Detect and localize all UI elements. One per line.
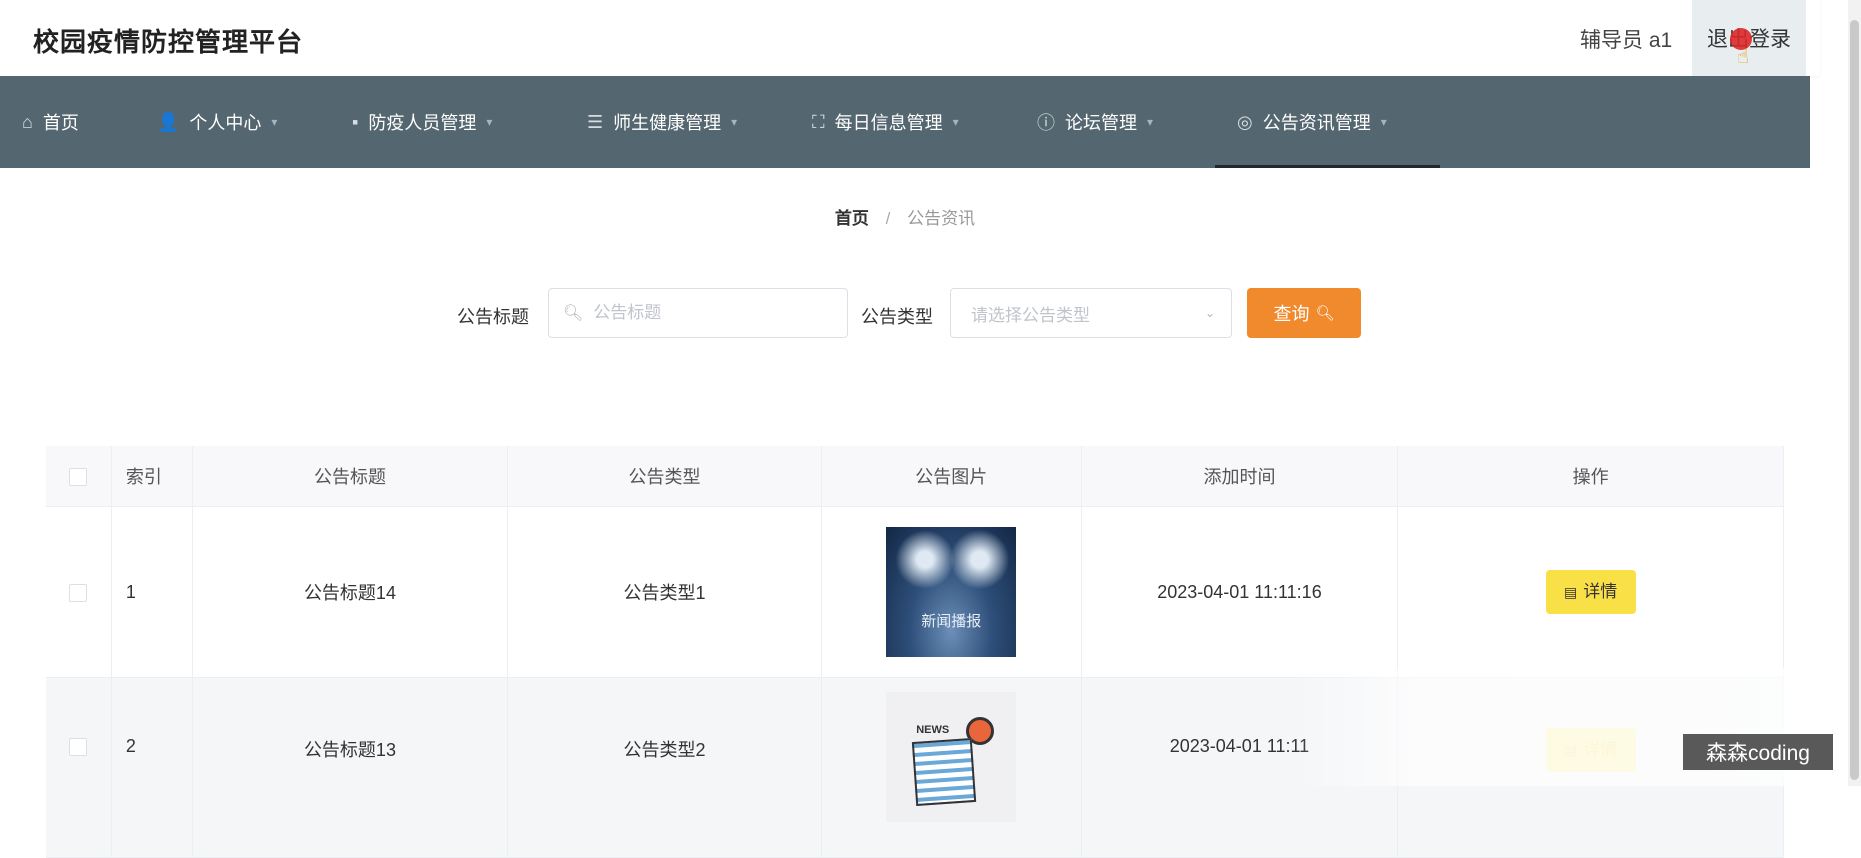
user-icon: 👤	[157, 111, 180, 132]
row-checkbox[interactable]	[69, 583, 88, 602]
row-index: 2	[111, 677, 193, 858]
nav-label: 首页	[42, 113, 79, 133]
search-icon: 🔍︎	[563, 305, 584, 322]
row-index: 1	[111, 506, 193, 678]
breadcrumb-current: 公告资讯	[907, 209, 976, 228]
hand-cursor-icon: ☝	[1737, 46, 1750, 68]
nav-item-home[interactable]: ⌂ 首页	[0, 76, 135, 168]
row-title: 公告标题13	[192, 677, 509, 858]
chevron-down-icon: ▾	[952, 115, 959, 129]
row-image-cell: 新闻播报	[821, 506, 1082, 678]
home-icon: ⌂	[22, 111, 33, 132]
query-button-label: 查询	[1273, 304, 1310, 324]
newspaper-graphic	[912, 737, 977, 807]
row-actions: ▤ 详情	[1397, 506, 1784, 678]
query-button[interactable]: 查询 🔍︎	[1247, 288, 1361, 338]
image-caption: NEWS	[916, 724, 950, 736]
nav-label: 防疫人员管理	[368, 113, 477, 133]
column-header-title: 公告标题	[192, 446, 509, 507]
frame-icon: ⛶	[812, 111, 825, 132]
top-header: 校园疫情防控管理平台 辅导员 a1 退出登录 ☝	[0, 0, 1820, 76]
row-select-cell	[46, 677, 112, 858]
announcement-image: NEWS	[886, 692, 1017, 822]
type-select-placeholder: 请选择公告类型	[971, 305, 1090, 325]
user-label: 辅导员 a1	[1580, 29, 1673, 52]
detail-button-label: 详情	[1583, 582, 1618, 601]
app-title: 校园疫情防控管理平台	[33, 27, 304, 57]
nav-label: 师生健康管理	[613, 113, 722, 133]
title-filter-label: 公告标题	[457, 307, 529, 327]
nav-item-forum-management[interactable]: ⓘ 论坛管理 ▾	[1015, 76, 1215, 168]
announcement-image: 新闻播报	[886, 527, 1017, 657]
column-header-type: 公告类型	[507, 446, 822, 507]
title-search-input[interactable]	[591, 302, 836, 324]
breadcrumb-separator: /	[885, 209, 891, 228]
document-icon: ▤	[1564, 584, 1578, 600]
column-header-image: 公告图片	[821, 446, 1082, 507]
nav-item-personal-center[interactable]: 👤 个人中心 ▾	[135, 76, 330, 168]
nav-item-health-management[interactable]: ☰ 师生健康管理 ▾	[565, 76, 790, 168]
nav-item-daily-info-management[interactable]: ⛶ 每日信息管理 ▾	[790, 76, 1015, 168]
target-icon: ◎	[1237, 111, 1253, 132]
list-icon: ☰	[587, 111, 604, 132]
nav-item-staff-management[interactable]: ▪ 防疫人员管理 ▾	[330, 76, 565, 168]
type-select[interactable]: 请选择公告类型 ⌄	[950, 288, 1232, 338]
chevron-down-icon: ▾	[1147, 115, 1154, 129]
breadcrumb: 首页 / 公告资讯	[0, 204, 1810, 229]
chevron-down-icon: ▾	[731, 115, 738, 129]
type-filter-label: 公告类型	[861, 307, 933, 327]
row-time: 2023-04-01 11:11:16	[1081, 506, 1399, 678]
briefcase-icon: ▪	[352, 111, 359, 132]
title-search-field[interactable]: 🔍︎	[548, 288, 848, 338]
column-header-time: 添加时间	[1081, 446, 1399, 507]
column-header-index: 索引	[111, 446, 193, 507]
nav-label: 公告资讯管理	[1262, 113, 1371, 133]
row-select-cell	[46, 506, 112, 678]
nav-label: 论坛管理	[1065, 113, 1137, 133]
chevron-down-icon: ▾	[1380, 115, 1387, 129]
row-checkbox[interactable]	[69, 738, 88, 757]
row-type: 公告类型2	[507, 677, 822, 858]
watermark: 森森coding	[1683, 734, 1833, 770]
info-icon: ⓘ	[1037, 113, 1055, 133]
announcement-table: 索引 公告标题 公告类型 公告图片 添加时间 操作 1 公告标题14 公告类型1…	[46, 446, 1784, 858]
scrollbar-thumb[interactable]	[1850, 20, 1859, 780]
select-all-checkbox[interactable]	[69, 467, 88, 486]
table-header-row: 索引 公告标题 公告类型 公告图片 添加时间 操作	[46, 446, 1784, 507]
select-all-cell	[46, 446, 112, 507]
row-image-cell: NEWS	[821, 677, 1082, 858]
nav-label: 每日信息管理	[834, 113, 943, 133]
nav-label: 个人中心	[189, 113, 262, 133]
detail-button[interactable]: ▤ 详情	[1545, 570, 1636, 614]
breadcrumb-home[interactable]: 首页	[835, 209, 869, 228]
search-icon: 🔍︎	[1315, 305, 1335, 322]
table-row: 1 公告标题14 公告类型1 新闻播报 2023-04-01 11:11:16 …	[46, 506, 1784, 678]
nav-item-announcement-management[interactable]: ◎ 公告资讯管理 ▾	[1215, 76, 1440, 168]
row-title: 公告标题14	[192, 506, 509, 678]
column-header-actions: 操作	[1397, 446, 1784, 507]
image-caption: 新闻播报	[921, 613, 982, 630]
chevron-down-icon: ▾	[271, 115, 278, 129]
chevron-down-icon: ⌄	[1204, 306, 1215, 320]
row-type: 公告类型1	[507, 506, 822, 678]
chevron-down-icon: ▾	[486, 115, 493, 129]
main-nav: ⌂ 首页 👤 个人中心 ▾ ▪ 防疫人员管理 ▾ ☰ 师生健康管理 ▾ ⛶ 每日…	[0, 76, 1810, 168]
